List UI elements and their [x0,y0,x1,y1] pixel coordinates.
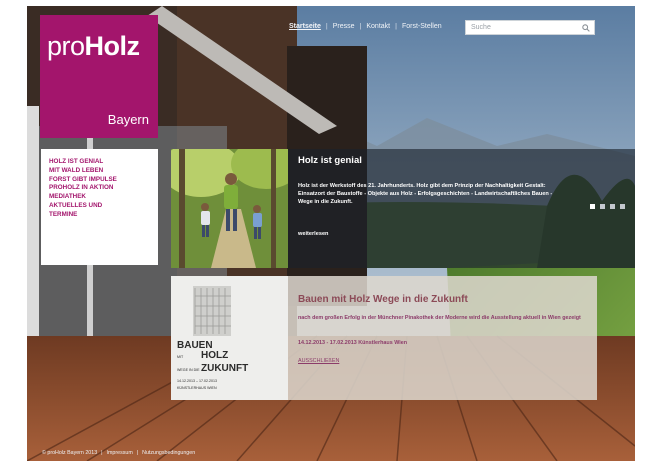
hero-teaser-panel: Holz ist genial Holz ist der Werkstoff d… [288,149,635,268]
search-placeholder: Suche [471,24,491,31]
sidenav-aktuelles-und[interactable]: AKTUELLES UND [49,202,150,211]
event-info-panel: Bauen mit Holz Wege in die Zukunft nach … [288,276,597,400]
proholz-logo[interactable]: proHolz Bayern [40,15,158,138]
footer-separator: | [136,450,139,456]
sidenav-mit-wald-leben[interactable]: MIT WALD LEBEN [49,167,150,176]
sidenav-forst-gibt-impulse[interactable]: FORST GIBT IMPULSE [49,176,150,185]
logo-region: Bayern [107,112,149,127]
search-icon[interactable] [582,24,590,32]
poster-line3-big: ZUKUNFT [201,363,249,374]
sidenav-termine[interactable]: TERMINE [49,211,150,220]
event-title: Bauen mit Holz Wege in die Zukunft [298,294,468,305]
poster-building-sketch [193,286,231,336]
poster-line2-big: HOLZ [201,350,229,361]
event-text: nach dem großen Erfolg in der Münchner P… [298,315,581,321]
footer-terms-link[interactable]: Nutzungsbedingungen [142,450,195,456]
footer-impressum-link[interactable]: Impressum [107,450,133,456]
footer-copyright: © proHolz Bayern 2013 [42,450,98,456]
side-navigation: HOLZ IST GENIAL MIT WALD LEBEN FORST GIB… [41,149,158,265]
slider-dot[interactable] [620,204,625,209]
poster-line3-small: WEGE IN DIE [177,368,200,372]
hero-text: Holz ist der Werkstoff des 21. Jahrhunde… [298,183,553,205]
top-navigation: Startseite | Presse | Kontakt | Forst-St… [289,23,442,30]
search-input[interactable]: Suche [465,20,595,35]
sidenav-holz-ist-genial[interactable]: HOLZ IST GENIAL [49,158,150,167]
slider-dot[interactable] [600,204,605,209]
sidenav-mediathek[interactable]: MEDIATHEK [49,193,150,202]
topnav-forst-stellen[interactable]: Forst-Stellen [402,23,442,30]
event-date: 14.12.2013 - 17.02.2013 Künstlerhaus Wie… [298,340,408,346]
footer: © proHolz Bayern 2013 | Impressum | Nutz… [42,450,195,456]
topnav-separator: | [359,23,362,30]
slider-dots [590,204,625,209]
logo-wordmark: proHolz [47,31,140,61]
hero-photo-forest-family [171,149,288,268]
slider-dot[interactable] [610,204,615,209]
footer-separator: | [101,450,103,456]
poster-line2-small: MIT [177,355,184,359]
slider-dot[interactable] [590,204,595,209]
topnav-presse[interactable]: Presse [333,23,355,30]
topnav-separator: | [325,23,328,30]
exhibition-poster[interactable]: BAUEN MIT HOLZ WEGE IN DIE ZUKUNFT 14.12… [171,276,288,400]
topnav-startseite[interactable]: Startseite [289,23,321,30]
sidenav-proholz-in-aktion[interactable]: PROHOLZ IN AKTION [49,184,150,193]
topnav-kontakt[interactable]: Kontakt [366,23,390,30]
poster-date: 14.12.2013 – 17.02.2013 [177,379,217,383]
topnav-separator: | [395,23,397,30]
event-more-link[interactable]: AUSSCHLIEßEN [298,358,339,364]
page-frame: proHolz Bayern Startseite | Presse | Kon… [27,6,635,461]
hero-title: Holz ist genial [298,155,362,166]
hero-more-link[interactable]: weiterlesen [298,231,328,237]
poster-venue: KÜNSTLERHAUS WIEN [177,386,217,390]
